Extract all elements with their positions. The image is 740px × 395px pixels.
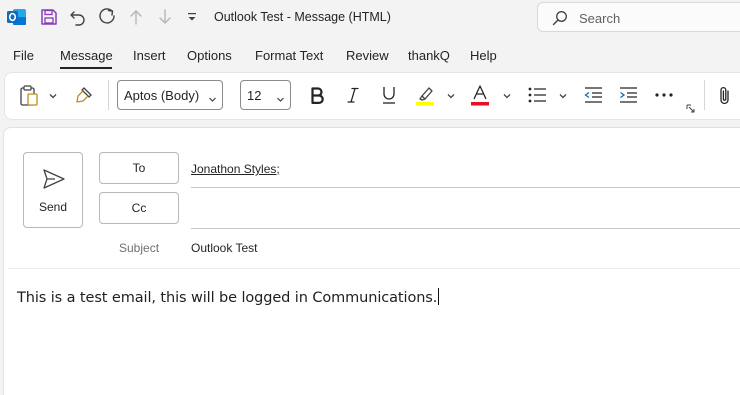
body-divider	[8, 268, 740, 269]
search-input[interactable]: Search	[579, 11, 620, 26]
paste-icon[interactable]	[17, 84, 41, 108]
chevron-down-icon	[276, 91, 285, 102]
font-name-value: Aptos (Body)	[124, 88, 200, 103]
save-icon[interactable]	[39, 7, 59, 27]
undo-icon[interactable]	[68, 7, 88, 27]
cc-field[interactable]	[191, 194, 736, 224]
underline-icon[interactable]	[378, 84, 400, 106]
to-recipient[interactable]: Jonathon Styles;	[191, 162, 280, 176]
to-button[interactable]: To	[99, 152, 179, 184]
tab-review[interactable]: Review	[346, 48, 389, 63]
chevron-down-icon	[208, 91, 217, 102]
font-size-select[interactable]: 12	[240, 80, 291, 110]
tab-message[interactable]: Message	[60, 48, 113, 63]
send-button[interactable]: Send	[23, 152, 83, 228]
subject-label: Subject	[119, 241, 160, 255]
ribbon-separator	[704, 80, 705, 110]
next-item-icon[interactable]	[156, 7, 174, 27]
message-body[interactable]: This is a test email, this will be logge…	[17, 288, 440, 306]
window-title: Outlook Test - Message (HTML)	[214, 10, 391, 24]
to-field-underline	[191, 187, 740, 188]
font-size-value: 12	[247, 88, 262, 103]
tab-options[interactable]: Options	[187, 48, 232, 63]
tab-thankq[interactable]: thankQ	[408, 48, 450, 63]
text-caret	[438, 288, 440, 305]
bullets-icon[interactable]	[526, 84, 548, 106]
redo-icon[interactable]	[97, 7, 117, 27]
highlight-icon[interactable]	[413, 83, 437, 107]
subject-field[interactable]: Outlook Test	[191, 241, 257, 255]
title-bar: Outlook Test - Message (HTML) Search	[0, 0, 740, 34]
outlook-logo-icon[interactable]	[7, 8, 27, 26]
bullets-dropdown-chevron-icon[interactable]	[557, 90, 569, 102]
dialog-launcher-icon[interactable]	[685, 103, 695, 113]
active-tab-indicator	[60, 67, 112, 69]
customize-toolbar-icon[interactable]	[186, 9, 198, 25]
tab-insert[interactable]: Insert	[133, 48, 166, 63]
italic-icon[interactable]	[342, 84, 364, 106]
attach-file-icon[interactable]	[714, 84, 736, 106]
message-body-text: This is a test email, this will be logge…	[17, 290, 438, 306]
previous-item-icon[interactable]	[127, 7, 145, 27]
font-color-dropdown-chevron-icon[interactable]	[501, 90, 513, 102]
search-box[interactable]: Search	[537, 2, 740, 32]
tab-file[interactable]: File	[13, 48, 34, 63]
send-icon	[42, 168, 66, 190]
ribbon-separator	[108, 80, 109, 110]
decrease-indent-icon[interactable]	[582, 84, 604, 106]
increase-indent-icon[interactable]	[617, 84, 639, 106]
bold-icon[interactable]	[306, 84, 328, 106]
ribbon-tabs: File Message Insert Options Format Text …	[0, 40, 740, 70]
highlight-dropdown-chevron-icon[interactable]	[445, 90, 457, 102]
search-icon	[552, 10, 568, 26]
more-options-icon[interactable]	[652, 84, 676, 106]
send-label: Send	[38, 200, 68, 214]
tab-help[interactable]: Help	[470, 48, 497, 63]
paste-dropdown-chevron-icon[interactable]	[47, 90, 59, 102]
font-name-select[interactable]: Aptos (Body)	[117, 80, 223, 110]
format-painter-icon[interactable]	[73, 84, 95, 106]
font-color-icon[interactable]	[468, 83, 492, 107]
tab-format-text[interactable]: Format Text	[255, 48, 323, 63]
cc-field-underline	[191, 228, 740, 229]
cc-button[interactable]: Cc	[99, 192, 179, 224]
